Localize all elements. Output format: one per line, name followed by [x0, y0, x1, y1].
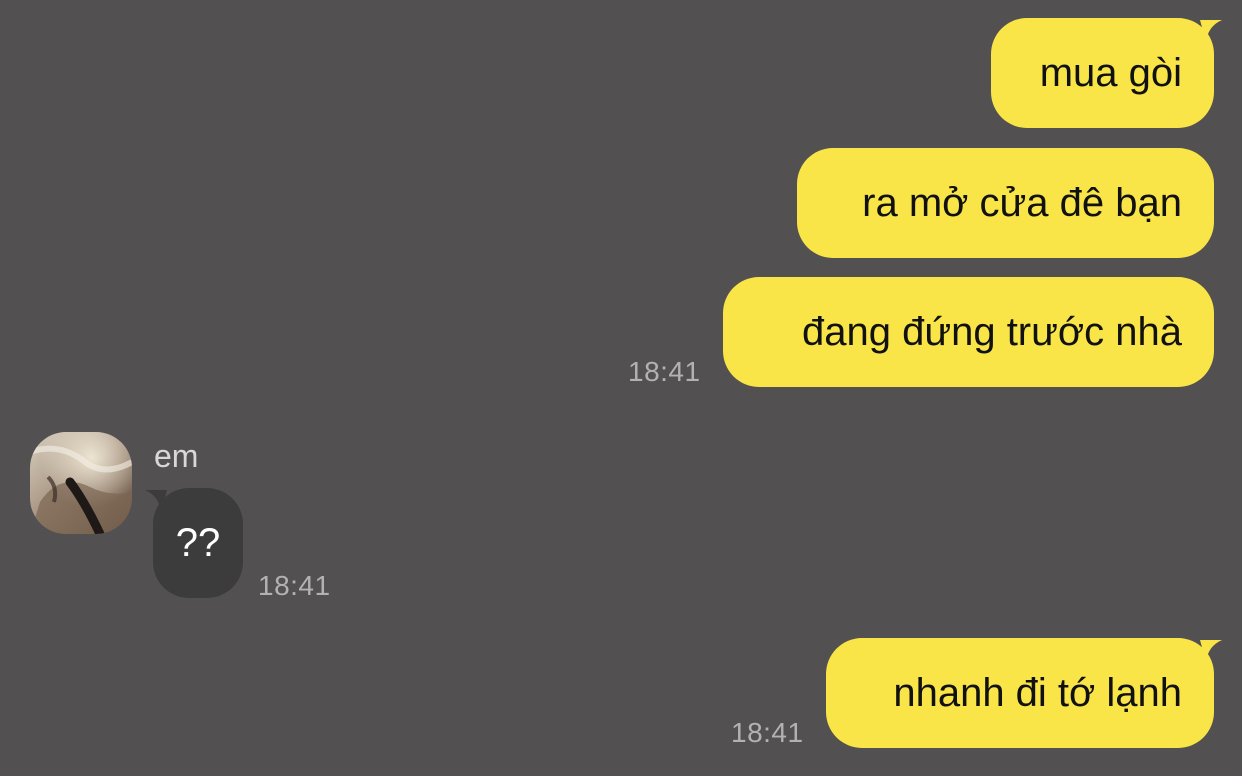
outgoing-message-bubble[interactable]: ra mở cửa đê bạn	[797, 148, 1214, 258]
message-text: ra mở cửa đê bạn	[862, 181, 1182, 225]
outgoing-message-bubble[interactable]: mua gòi	[991, 18, 1214, 128]
incoming-message-bubble[interactable]: ??	[153, 488, 243, 598]
chat-message-list[interactable]: mua gòi ra mở cửa đê bạn đang đứng trước…	[0, 0, 1242, 776]
message-text: đang đứng trước nhà	[801, 310, 1182, 354]
sender-avatar[interactable]	[30, 432, 132, 534]
message-timestamp: 18:41	[628, 356, 701, 387]
profile-photo-icon	[30, 432, 132, 534]
message-text: nhanh đi tớ lạnh	[893, 671, 1182, 715]
outgoing-message-bubble[interactable]: nhanh đi tớ lạnh	[826, 638, 1214, 748]
message-timestamp: 18:41	[258, 570, 331, 601]
message-timestamp: 18:41	[731, 717, 804, 748]
sender-name: em	[154, 438, 199, 474]
message-text: mua gòi	[1039, 51, 1182, 95]
outgoing-message-bubble[interactable]: đang đứng trước nhà	[723, 277, 1214, 387]
message-text: ??	[175, 521, 221, 565]
